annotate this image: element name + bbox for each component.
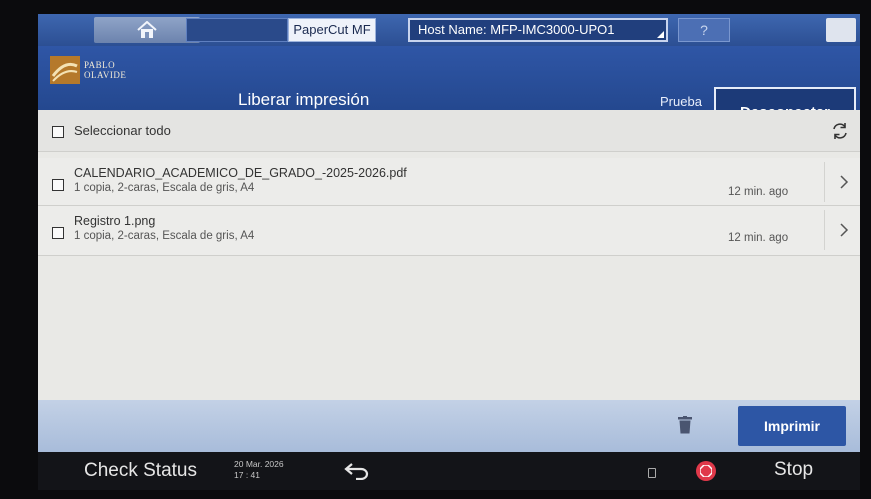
help-button[interactable]: ? [678,18,730,42]
device-status-strip: Check Status 20 Mar. 2026 17 : 41 Stop [38,452,860,490]
stop-octagon-icon [700,465,712,477]
job-name: CALENDARIO_ACADEMICO_DE_GRADO_-2025-2026… [74,166,407,180]
logo-text-line1: PABLO [84,60,116,70]
moon-icon [837,23,844,37]
user-label: Prueba [660,94,702,109]
host-name-field[interactable]: Host Name: MFP-IMC3000-UPO1 [408,18,668,42]
select-all-row[interactable]: Seleccionar todo [38,110,860,152]
check-status-button[interactable]: Check Status [84,460,197,482]
job-name: Registro 1.png [74,214,156,228]
home-icon [137,21,157,38]
stop-button[interactable]: Stop [774,459,813,481]
university-logo: PABLO OLAVIDE [50,55,142,85]
data-indicator-icon [648,468,656,478]
page-title: Liberar impresión [238,90,370,109]
back-arrow-icon[interactable] [344,462,370,480]
system-bar: PaperCut MF Host Name: MFP-IMC3000-UPO1 … [38,14,860,46]
trash-icon[interactable] [678,416,692,434]
chevron-right-icon[interactable] [838,223,850,237]
host-name-text: Host Name: MFP-IMC3000-UPO1 [418,22,615,37]
printer-panel-screen: PaperCut MF Host Name: MFP-IMC3000-UPO1 … [38,14,860,490]
job-time: 12 min. ago [728,232,789,244]
resize-corner-icon [657,31,664,38]
chevron-right-icon[interactable] [838,175,850,189]
energy-saver-button[interactable] [826,18,856,42]
row-divider [824,162,825,202]
print-button[interactable]: Imprimir [738,406,846,446]
system-slot [186,18,288,42]
job-checkbox[interactable] [52,179,64,191]
logo-text: PABLO OLAVIDE [84,60,126,80]
logo-text-line2: OLAVIDE [84,70,127,80]
select-all-label: Seleccionar todo [74,123,171,138]
select-all-checkbox[interactable] [52,126,64,138]
app-header: PABLO OLAVIDE Liberar impresión Prueba D… [38,46,860,139]
job-detail: 1 copia, 2-caras, Escala de gris, A4 [74,182,255,194]
job-checkbox[interactable] [52,227,64,239]
date-time: 20 Mar. 2026 17 : 41 [234,459,284,481]
logo-emblem-icon [50,56,80,84]
job-detail: 1 copia, 2-caras, Escala de gris, A4 [74,230,255,242]
time-label: 17 : 41 [234,470,260,480]
app-tab-papercut[interactable]: PaperCut MF [288,18,376,42]
row-divider [824,210,825,250]
print-job-list: Seleccionar todo CALENDARIO_ACADEMICO_DE… [38,110,860,400]
date-label: 20 Mar. 2026 [234,459,284,469]
action-bar: Imprimir [38,400,860,452]
job-time: 12 min. ago [728,186,789,198]
list-item[interactable]: Registro 1.png 1 copia, 2-caras, Escala … [38,206,860,256]
list-item[interactable]: CALENDARIO_ACADEMICO_DE_GRADO_-2025-2026… [38,158,860,206]
home-button[interactable] [94,17,200,43]
refresh-icon[interactable] [830,121,850,141]
stop-icon[interactable] [696,461,716,481]
